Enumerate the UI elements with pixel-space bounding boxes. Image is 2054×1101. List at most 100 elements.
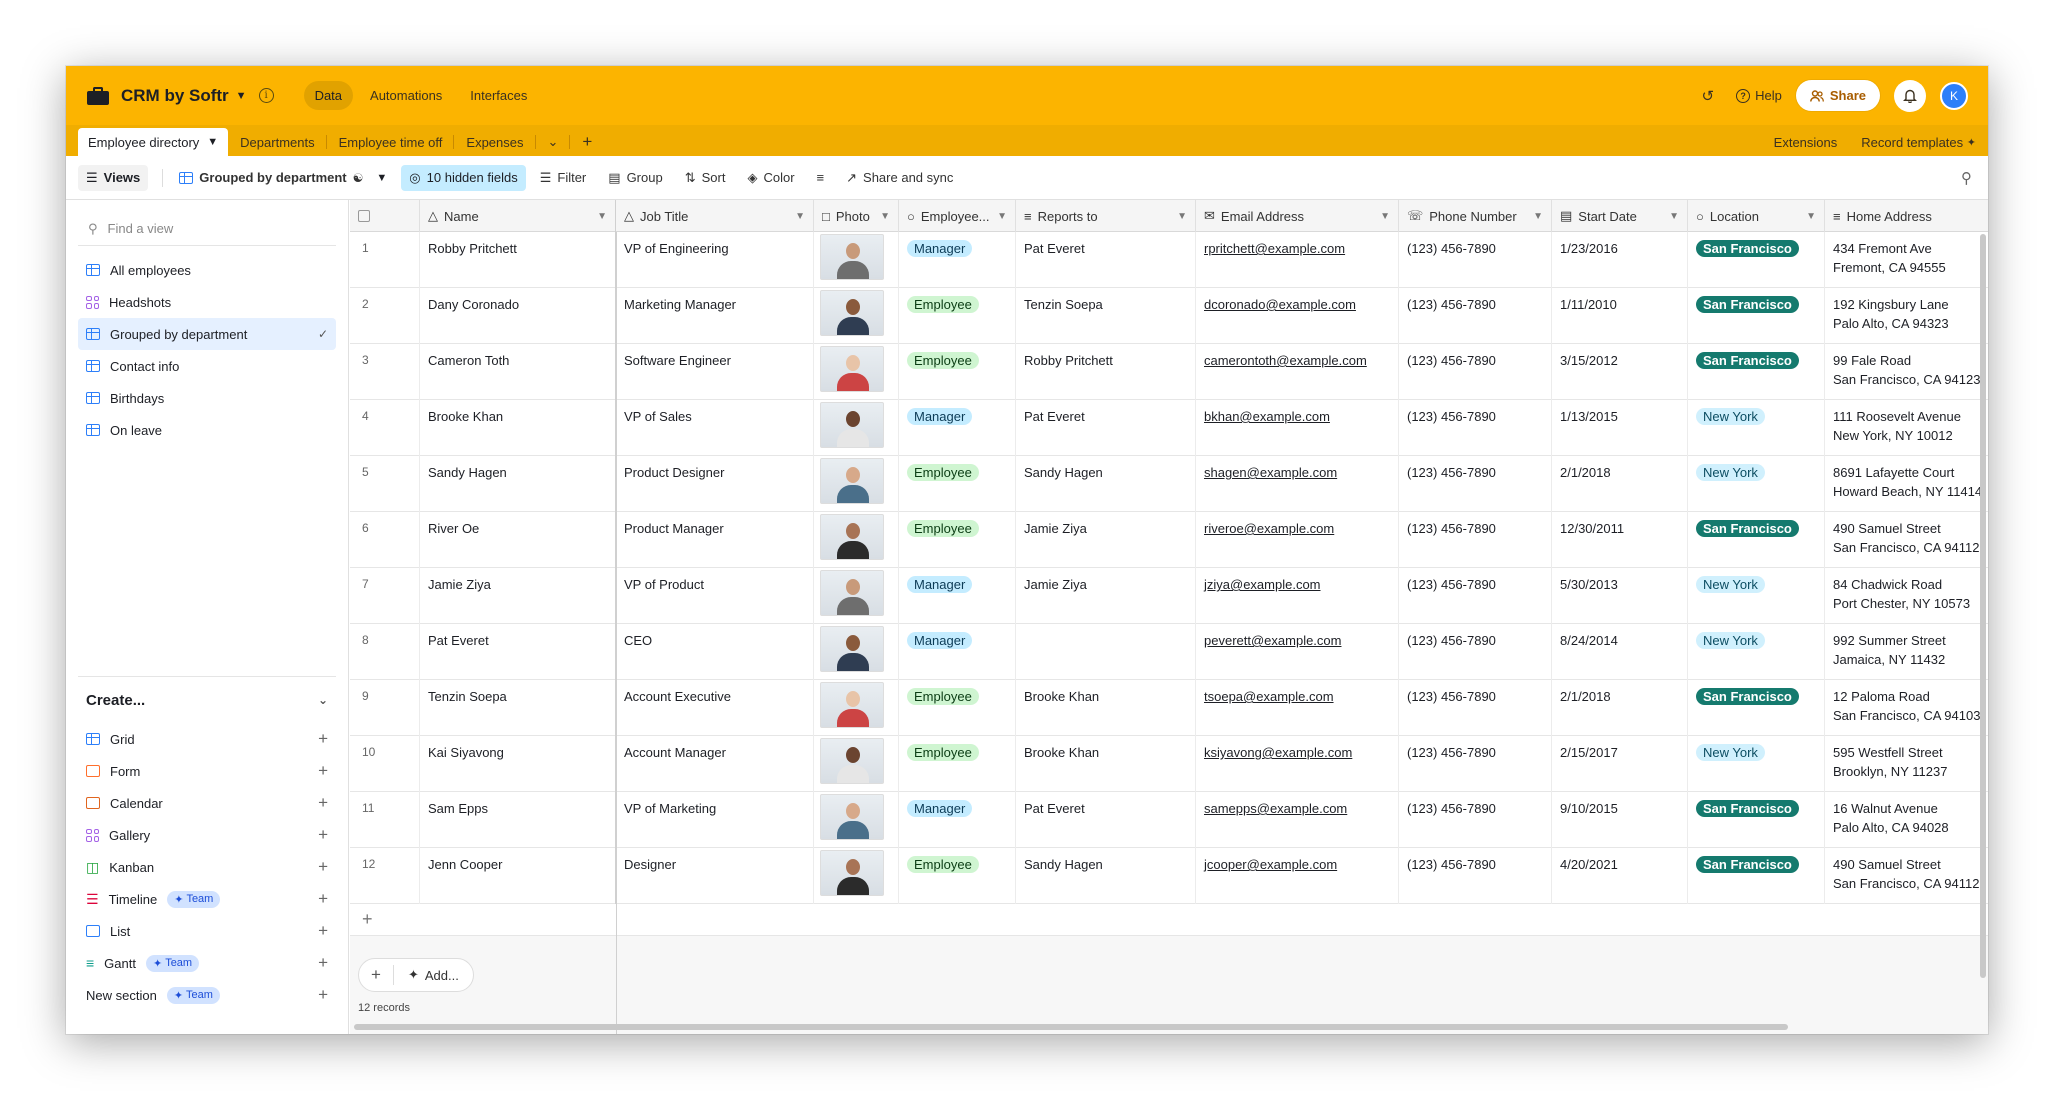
cell-photo[interactable] — [814, 792, 899, 848]
cell-employee-type[interactable]: Employee — [899, 848, 1016, 904]
cell-reports-to[interactable]: Jamie Ziya — [1016, 512, 1196, 568]
find-view-input[interactable]: ⚲ Find a view — [78, 212, 336, 246]
sidebar-item-on-leave[interactable]: On leave — [78, 414, 336, 446]
email-link[interactable]: ksiyavong@example.com — [1204, 745, 1352, 760]
cell-employee-type[interactable]: Employee — [899, 512, 1016, 568]
cell-home-address[interactable]: 84 Chadwick Road Port Chester, NY 10573 — [1825, 568, 1988, 624]
cell-name[interactable]: Pat Everet — [420, 624, 616, 680]
cell-reports-to[interactable]: Sandy Hagen — [1016, 848, 1196, 904]
cell-phone[interactable]: (123) 456-7890 — [1399, 456, 1552, 512]
cell-start-date[interactable]: 3/15/2012 — [1552, 344, 1688, 400]
cell-name[interactable]: Cameron Toth — [420, 344, 616, 400]
cell-location[interactable]: New York — [1688, 456, 1825, 512]
cell-email[interactable]: bkhan@example.com — [1196, 400, 1399, 456]
record-templates-button[interactable]: Record templates ✦ — [1849, 128, 1988, 156]
photo-thumbnail[interactable] — [820, 290, 884, 336]
horizontal-scrollbar[interactable] — [354, 1024, 1788, 1030]
cell-email[interactable]: jcooper@example.com — [1196, 848, 1399, 904]
cell-home-address[interactable]: 490 Samuel Street San Francisco, CA 94112 — [1825, 848, 1988, 904]
cell-start-date[interactable]: 8/24/2014 — [1552, 624, 1688, 680]
cell-location[interactable]: San Francisco — [1688, 232, 1825, 288]
photo-thumbnail[interactable] — [820, 514, 884, 560]
cell-start-date[interactable]: 12/30/2011 — [1552, 512, 1688, 568]
email-link[interactable]: bkhan@example.com — [1204, 409, 1330, 424]
cell-start-date[interactable]: 2/1/2018 — [1552, 680, 1688, 736]
cell-job-title[interactable]: Product Manager — [616, 512, 814, 568]
email-link[interactable]: camerontoth@example.com — [1204, 353, 1367, 368]
help-button[interactable]: ? Help — [1736, 88, 1782, 103]
email-link[interactable]: tsoepa@example.com — [1204, 689, 1334, 704]
photo-thumbnail[interactable] — [820, 402, 884, 448]
current-view-button[interactable]: Grouped by department ☯ ▼ — [171, 165, 395, 190]
filter-button[interactable]: ☰ Filter — [532, 165, 595, 191]
cell-photo[interactable] — [814, 344, 899, 400]
history-icon[interactable]: ↺ — [1702, 87, 1715, 105]
base-name[interactable]: CRM by Softr — [121, 86, 229, 106]
cell-name[interactable]: Tenzin Soepa — [420, 680, 616, 736]
email-link[interactable]: jcooper@example.com — [1204, 857, 1337, 872]
cell-reports-to[interactable]: Pat Everet — [1016, 232, 1196, 288]
cell-reports-to[interactable]: Robby Pritchett — [1016, 344, 1196, 400]
photo-thumbnail[interactable] — [820, 850, 884, 896]
column-header-photo[interactable]: □ Photo ▼ — [814, 200, 899, 232]
cell-location[interactable]: San Francisco — [1688, 512, 1825, 568]
cell-start-date[interactable]: 1/11/2010 — [1552, 288, 1688, 344]
cell-photo[interactable] — [814, 512, 899, 568]
cell-home-address[interactable]: 111 Roosevelt Avenue New York, NY 10012 — [1825, 400, 1988, 456]
cell-name[interactable]: Sam Epps — [420, 792, 616, 848]
cell-location[interactable]: New York — [1688, 400, 1825, 456]
cell-reports-to[interactable]: Tenzin Soepa — [1016, 288, 1196, 344]
sidebar-item-all-employees[interactable]: All employees — [78, 254, 336, 286]
select-all-checkbox[interactable] — [350, 200, 420, 232]
sidebar-item-contact-info[interactable]: Contact info — [78, 350, 336, 382]
cell-start-date[interactable]: 2/15/2017 — [1552, 736, 1688, 792]
info-icon[interactable]: i — [258, 88, 274, 103]
column-header-employee-type[interactable]: ○ Employee... ▼ — [899, 200, 1016, 232]
cell-home-address[interactable]: 16 Walnut Avenue Palo Alto, CA 94028 — [1825, 792, 1988, 848]
cell-photo[interactable] — [814, 400, 899, 456]
cell-email[interactable]: samepps@example.com — [1196, 792, 1399, 848]
column-header-home-address[interactable]: ≡Home Address▼ — [1825, 200, 1988, 232]
more-tables-chevron-icon[interactable]: ⌄ — [536, 128, 571, 156]
cell-email[interactable]: shagen@example.com — [1196, 456, 1399, 512]
add-with-ai-button[interactable]: ✦ Add... — [394, 967, 473, 983]
table-tab-expenses[interactable]: Expenses — [454, 128, 536, 156]
cell-job-title[interactable]: VP of Product — [616, 568, 814, 624]
cell-photo[interactable] — [814, 680, 899, 736]
table-row[interactable]: 1 Robby Pritchett VP of Engineering Manager… — [350, 232, 1988, 288]
tab-data[interactable]: Data — [303, 81, 354, 110]
cell-job-title[interactable]: Software Engineer — [616, 344, 814, 400]
email-link[interactable]: riveroe@example.com — [1204, 521, 1334, 536]
create-grid[interactable]: Grid + — [78, 723, 336, 755]
cell-start-date[interactable]: 1/23/2016 — [1552, 232, 1688, 288]
email-link[interactable]: rpritchett@example.com — [1204, 241, 1345, 256]
share-button[interactable]: Share — [1795, 80, 1880, 111]
cell-home-address[interactable]: 595 Westfell Street Brooklyn, NY 11237 — [1825, 736, 1988, 792]
cell-phone[interactable]: (123) 456-7890 — [1399, 288, 1552, 344]
email-link[interactable]: dcoronado@example.com — [1204, 297, 1356, 312]
cell-home-address[interactable]: 192 Kingsbury Lane Palo Alto, CA 94323 — [1825, 288, 1988, 344]
cell-start-date[interactable]: 4/20/2021 — [1552, 848, 1688, 904]
table-tab-departments[interactable]: Departments — [228, 128, 327, 156]
column-header-phone[interactable]: ☏ Phone Number ▼ — [1399, 200, 1552, 232]
cell-photo[interactable] — [814, 288, 899, 344]
cell-location[interactable]: New York — [1688, 568, 1825, 624]
tab-interfaces[interactable]: Interfaces — [459, 81, 538, 110]
cell-phone[interactable]: (123) 456-7890 — [1399, 344, 1552, 400]
cell-start-date[interactable]: 9/10/2015 — [1552, 792, 1688, 848]
cell-phone[interactable]: (123) 456-7890 — [1399, 736, 1552, 792]
cell-phone[interactable]: (123) 456-7890 — [1399, 232, 1552, 288]
tab-automations[interactable]: Automations — [359, 81, 453, 110]
create-gallery[interactable]: Gallery + — [78, 819, 336, 851]
sidebar-item-birthdays[interactable]: Birthdays — [78, 382, 336, 414]
column-header-job-title[interactable]: △ Job Title ▼ — [616, 200, 814, 232]
cell-home-address[interactable]: 434 Fremont Ave Fremont, CA 94555 — [1825, 232, 1988, 288]
create-calendar[interactable]: Calendar + — [78, 787, 336, 819]
cell-email[interactable]: dcoronado@example.com — [1196, 288, 1399, 344]
cell-employee-type[interactable]: Manager — [899, 400, 1016, 456]
cell-reports-to[interactable]: Sandy Hagen — [1016, 456, 1196, 512]
cell-phone[interactable]: (123) 456-7890 — [1399, 848, 1552, 904]
views-toggle-button[interactable]: ☰ Views — [78, 164, 149, 191]
cell-name[interactable]: Brooke Khan — [420, 400, 616, 456]
cell-start-date[interactable]: 2/1/2018 — [1552, 456, 1688, 512]
